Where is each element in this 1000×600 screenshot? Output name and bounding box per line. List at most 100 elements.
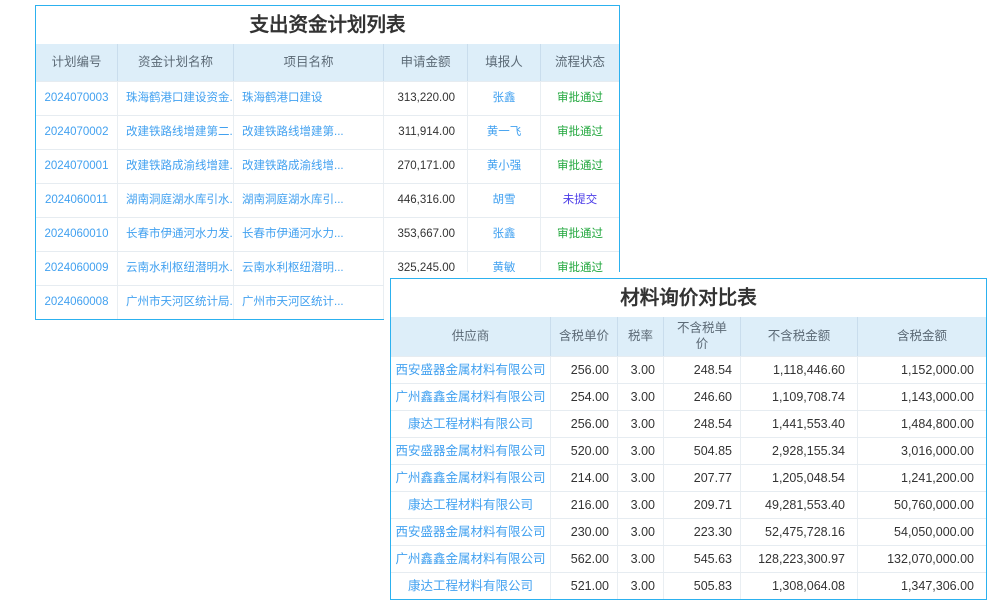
cell-amount-incl-tax: 1,152,000.00 [858,357,986,383]
status-badge: 审批通过 [541,82,619,115]
cell-reporter[interactable]: 胡雪 [468,184,541,217]
header-price-incl-tax: 含税单价 [551,317,618,356]
cell-project-name[interactable]: 改建铁路成渝线增... [234,150,384,183]
status-badge: 审批通过 [541,116,619,149]
header-status: 流程状态 [541,44,619,81]
cell-amount-incl-tax: 50,760,000.00 [858,492,986,518]
cell-supplier[interactable]: 西安盛器金属材料有限公司 [391,357,551,383]
cell-supplier[interactable]: 康达工程材料有限公司 [391,492,551,518]
cell-amount-excl-tax: 128,223,300.97 [741,546,858,572]
header-amount-incl-tax: 含税金额 [858,317,986,356]
material-quote-body: 西安盛器金属材料有限公司 256.00 3.00 248.54 1,118,44… [391,356,986,599]
cell-price-incl-tax: 254.00 [551,384,618,410]
cell-fund-plan-name[interactable]: 改建铁路成渝线增建... [118,150,234,183]
expenditure-plan-header-row: 计划编号 资金计划名称 项目名称 申请金额 填报人 流程状态 [36,44,619,81]
cell-price-excl-tax: 207.77 [664,465,741,491]
cell-plan-id[interactable]: 2024070003 [36,82,118,115]
cell-amount-incl-tax: 3,016,000.00 [858,438,986,464]
cell-amount-excl-tax: 49,281,553.40 [741,492,858,518]
cell-price-incl-tax: 256.00 [551,357,618,383]
cell-plan-id[interactable]: 2024060009 [36,252,118,285]
cell-supplier[interactable]: 广州鑫鑫金属材料有限公司 [391,465,551,491]
cell-fund-plan-name[interactable]: 湖南洞庭湖水库引水... [118,184,234,217]
cell-plan-id[interactable]: 2024070002 [36,116,118,149]
table-row: 康达工程材料有限公司 521.00 3.00 505.83 1,308,064.… [391,572,986,599]
header-tax-rate: 税率 [618,317,664,356]
cell-reporter[interactable]: 黄一飞 [468,116,541,149]
cell-amount: 353,667.00 [384,218,468,251]
header-supplier: 供应商 [391,317,551,356]
cell-price-incl-tax: 216.00 [551,492,618,518]
cell-amount-incl-tax: 1,347,306.00 [858,573,986,599]
cell-project-name[interactable]: 长春市伊通河水力... [234,218,384,251]
header-plan-id: 计划编号 [36,44,118,81]
cell-plan-id[interactable]: 2024070001 [36,150,118,183]
cell-amount-incl-tax: 1,143,000.00 [858,384,986,410]
material-quote-panel: 材料询价对比表 供应商 含税单价 税率 不含税单价 不含税金额 含税金额 西安盛… [390,278,987,600]
cell-amount-incl-tax: 1,484,800.00 [858,411,986,437]
cell-reporter[interactable]: 黄小强 [468,150,541,183]
cell-project-name[interactable]: 广州市天河区统计... [234,286,384,319]
cell-price-excl-tax: 545.63 [664,546,741,572]
table-row: 2024070003 珠海鹤港口建设资金... 珠海鹤港口建设 313,220.… [36,81,619,115]
material-quote-header-row: 供应商 含税单价 税率 不含税单价 不含税金额 含税金额 [391,317,986,356]
cell-tax-rate: 3.00 [618,492,664,518]
cell-fund-plan-name[interactable]: 长春市伊通河水力发... [118,218,234,251]
cell-reporter[interactable]: 张鑫 [468,218,541,251]
cell-supplier[interactable]: 广州鑫鑫金属材料有限公司 [391,384,551,410]
cell-amount-incl-tax: 54,050,000.00 [858,519,986,545]
cell-supplier[interactable]: 康达工程材料有限公司 [391,411,551,437]
cell-amount: 446,316.00 [384,184,468,217]
cell-price-incl-tax: 256.00 [551,411,618,437]
cell-price-incl-tax: 520.00 [551,438,618,464]
cell-price-incl-tax: 562.00 [551,546,618,572]
cell-project-name[interactable]: 湖南洞庭湖水库引... [234,184,384,217]
cell-amount: 311,914.00 [384,116,468,149]
cell-price-excl-tax: 248.54 [664,357,741,383]
table-row: 广州鑫鑫金属材料有限公司 562.00 3.00 545.63 128,223,… [391,545,986,572]
cell-project-name[interactable]: 改建铁路线增建第... [234,116,384,149]
cell-amount-excl-tax: 1,308,064.08 [741,573,858,599]
cell-price-excl-tax: 209.71 [664,492,741,518]
cell-plan-id[interactable]: 2024060011 [36,184,118,217]
cell-tax-rate: 3.00 [618,357,664,383]
table-row: 广州鑫鑫金属材料有限公司 254.00 3.00 246.60 1,109,70… [391,383,986,410]
cell-tax-rate: 3.00 [618,519,664,545]
cell-reporter[interactable]: 张鑫 [468,82,541,115]
table-row: 2024070001 改建铁路成渝线增建... 改建铁路成渝线增... 270,… [36,149,619,183]
cell-fund-plan-name[interactable]: 改建铁路线增建第二... [118,116,234,149]
cell-supplier[interactable]: 康达工程材料有限公司 [391,573,551,599]
cell-amount-excl-tax: 52,475,728.16 [741,519,858,545]
cell-fund-plan-name[interactable]: 珠海鹤港口建设资金... [118,82,234,115]
table-row: 广州鑫鑫金属材料有限公司 214.00 3.00 207.77 1,205,04… [391,464,986,491]
cell-tax-rate: 3.00 [618,384,664,410]
expenditure-plan-title: 支出资金计划列表 [36,6,619,44]
cell-supplier[interactable]: 广州鑫鑫金属材料有限公司 [391,546,551,572]
cell-tax-rate: 3.00 [618,411,664,437]
cell-project-name[interactable]: 珠海鹤港口建设 [234,82,384,115]
cell-fund-plan-name[interactable]: 广州市天河区统计局... [118,286,234,319]
header-reporter: 填报人 [468,44,541,81]
table-row: 西安盛器金属材料有限公司 520.00 3.00 504.85 2,928,15… [391,437,986,464]
header-project-name: 项目名称 [234,44,384,81]
cell-supplier[interactable]: 西安盛器金属材料有限公司 [391,438,551,464]
cell-amount-excl-tax: 1,205,048.54 [741,465,858,491]
cell-plan-id[interactable]: 2024060010 [36,218,118,251]
cell-price-excl-tax: 223.30 [664,519,741,545]
cell-fund-plan-name[interactable]: 云南水利枢纽潜明水... [118,252,234,285]
cell-plan-id[interactable]: 2024060008 [36,286,118,319]
cell-tax-rate: 3.00 [618,546,664,572]
cell-price-incl-tax: 521.00 [551,573,618,599]
table-row: 康达工程材料有限公司 256.00 3.00 248.54 1,441,553.… [391,410,986,437]
cell-amount-incl-tax: 1,241,200.00 [858,465,986,491]
header-amount: 申请金额 [384,44,468,81]
header-fund-plan-name: 资金计划名称 [118,44,234,81]
cell-amount-excl-tax: 1,441,553.40 [741,411,858,437]
quote-panel-overlay: 材料询价对比表 供应商 含税单价 税率 不含税单价 不含税金额 含税金额 西安盛… [384,272,993,600]
cell-project-name[interactable]: 云南水利枢纽潜明... [234,252,384,285]
cell-price-excl-tax: 246.60 [664,384,741,410]
table-row: 2024060010 长春市伊通河水力发... 长春市伊通河水力... 353,… [36,217,619,251]
cell-supplier[interactable]: 西安盛器金属材料有限公司 [391,519,551,545]
header-price-excl-tax: 不含税单价 [664,317,741,356]
cell-amount-excl-tax: 2,928,155.34 [741,438,858,464]
